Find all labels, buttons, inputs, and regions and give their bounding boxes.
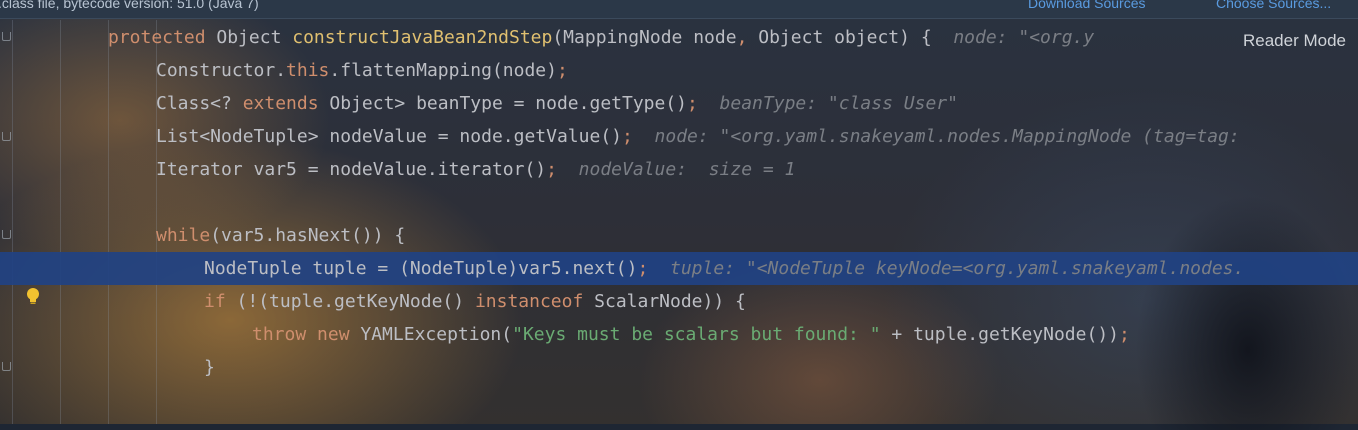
- code-line[interactable]: if (!(tuple.getKeyNode() instanceof Scal…: [0, 285, 1358, 318]
- inline-debug-value: node: "<org.y: [931, 27, 1095, 48]
- code-token: ;: [1119, 324, 1130, 345]
- code-text: Class<? extends Object> beanType = node.…: [156, 87, 958, 120]
- code-line[interactable]: protected Object constructJavaBean2ndSte…: [0, 21, 1358, 54]
- code-token: ScalarNode)) {: [583, 291, 746, 312]
- inline-debug-value: nodeValue: size = 1: [556, 159, 796, 180]
- code-token: Class<?: [156, 93, 243, 114]
- code-token: Iterator var5 = nodeValue.iterator(): [156, 159, 547, 180]
- bytecode-version-message: .class file, bytecode version: 51.0 (Jav…: [0, 0, 259, 11]
- lightbulb-icon[interactable]: [26, 287, 40, 305]
- code-line[interactable]: Class<? extends Object> beanType = node.…: [0, 87, 1358, 120]
- code-token: + tuple.getKeyNode()): [880, 324, 1119, 345]
- code-token: (!(tuple.getKeyNode(): [225, 291, 475, 312]
- code-token: Object object) {: [747, 27, 932, 48]
- code-token: while: [156, 225, 211, 246]
- code-line[interactable]: Constructor.this.flattenMapping(node);: [0, 54, 1358, 87]
- code-token: ;: [687, 93, 698, 114]
- code-token: this: [286, 60, 330, 81]
- code-token: List<NodeTuple> nodeValue = node.getValu…: [156, 126, 622, 147]
- code-token: ,: [736, 27, 748, 48]
- choose-sources-link[interactable]: Choose Sources...: [1216, 0, 1331, 11]
- current-execution-line[interactable]: NodeTuple tuple = (NodeTuple)var5.next()…: [0, 252, 1358, 285]
- code-token: instanceof: [474, 291, 584, 312]
- code-token: ;: [622, 126, 633, 147]
- code-line[interactable]: List<NodeTuple> nodeValue = node.getValu…: [0, 120, 1358, 153]
- code-token: ;: [556, 60, 568, 81]
- code-token: constructJavaBean2ndStep: [292, 27, 553, 48]
- code-text: protected Object constructJavaBean2ndSte…: [108, 21, 1094, 54]
- code-token: }: [204, 357, 215, 378]
- code-token: NodeTuple tuple = (NodeTuple)var5.next(): [204, 258, 638, 279]
- code-token: throw: [252, 324, 307, 345]
- code-text: while(var5.hasNext()) {: [156, 219, 405, 252]
- code-token: YAMLException(: [349, 324, 513, 345]
- code-text: }: [204, 351, 215, 384]
- code-token: Object: [205, 27, 293, 48]
- code-text: throw new YAMLException("Keys must be sc…: [252, 318, 1130, 351]
- download-sources-link[interactable]: Download Sources: [1028, 0, 1146, 11]
- code-text: List<NodeTuple> nodeValue = node.getValu…: [156, 120, 1240, 153]
- code-token: ;: [546, 159, 557, 180]
- code-token: new: [317, 324, 350, 345]
- code-text: if (!(tuple.getKeyNode() instanceof Scal…: [204, 285, 746, 318]
- code-token: (var5.hasNext()) {: [210, 225, 406, 246]
- code-line[interactable]: while(var5.hasNext()) {: [0, 219, 1358, 252]
- inline-debug-value: tuple: "<NodeTuple keyNode=<org.yaml.sna…: [648, 258, 1245, 279]
- code-token: .flattenMapping(node): [329, 60, 557, 81]
- code-token: (MappingNode node: [552, 27, 737, 48]
- reader-mode-button[interactable]: Reader Mode: [1243, 31, 1346, 51]
- code-token: Constructor.: [156, 60, 287, 81]
- code-line[interactable]: }: [0, 351, 1358, 384]
- inline-debug-value: beanType: "class User": [697, 93, 958, 114]
- decompiled-file-banner: .class file, bytecode version: 51.0 (Jav…: [0, 0, 1358, 19]
- code-text: Iterator var5 = nodeValue.iterator(); no…: [156, 153, 795, 186]
- code-text: NodeTuple tuple = (NodeTuple)var5.next()…: [204, 252, 1244, 285]
- code-line[interactable]: throw new YAMLException("Keys must be sc…: [0, 318, 1358, 351]
- code-line[interactable]: [0, 186, 1358, 219]
- code-line[interactable]: Iterator var5 = nodeValue.iterator(); no…: [0, 153, 1358, 186]
- code-text: Constructor.this.flattenMapping(node);: [156, 54, 568, 87]
- code-token: ;: [637, 258, 649, 279]
- code-token: "Keys must be scalars but found: ": [512, 324, 881, 345]
- code-token: Object> beanType = node.getType(): [318, 93, 688, 114]
- code-token: protected: [108, 27, 206, 48]
- code-token: extends: [242, 93, 319, 114]
- code-token: if: [204, 291, 226, 312]
- inline-debug-value: node: "<org.yaml.snakeyaml.nodes.Mapping…: [632, 126, 1240, 147]
